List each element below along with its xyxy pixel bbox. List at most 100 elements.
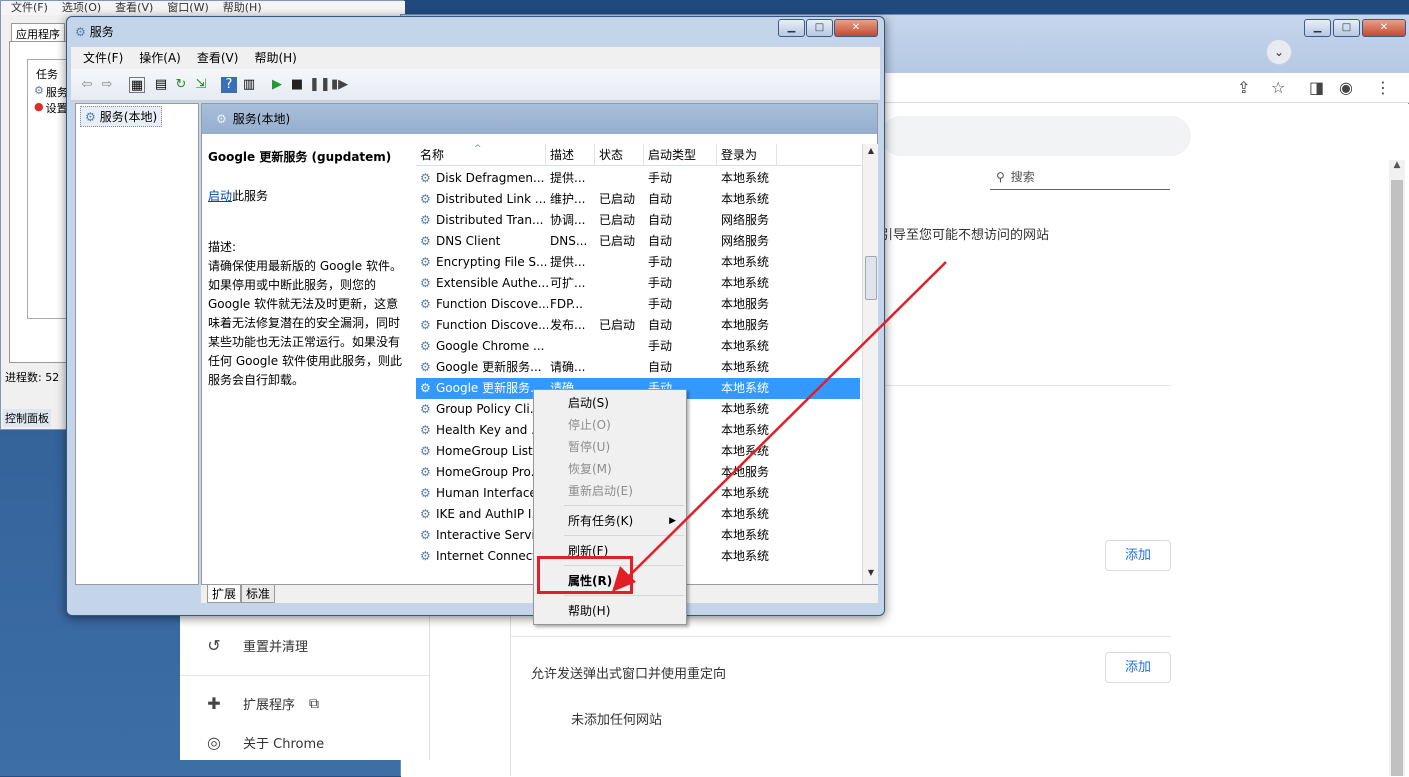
- menu-item-restart: 重新启动(E): [568, 484, 633, 498]
- star-icon[interactable]: ☆: [1271, 78, 1285, 97]
- service-cell: 手动: [648, 276, 673, 290]
- stop-icon[interactable]: ■: [289, 77, 305, 93]
- service-cell: 可扩...: [550, 276, 586, 290]
- menu-file[interactable]: 文件(F): [83, 47, 123, 69]
- service-cell: 请确...: [550, 360, 586, 374]
- start-service-link[interactable]: 启动: [208, 189, 232, 203]
- tree-item-services-local[interactable]: ⚙ 服务(本地): [80, 106, 163, 127]
- tm-menu-options[interactable]: 选项(O): [62, 1, 101, 15]
- service-row[interactable]: ⚙ DNS Client DNS... 已启动 自动 网络服务: [416, 231, 860, 252]
- forward-arrow-icon[interactable]: ⇨: [99, 77, 115, 93]
- service-row[interactable]: ⚙ Google Chrome ... 手动 本地系统: [416, 336, 860, 357]
- service-row[interactable]: ⚙ Google 更新服务... 请确... 自动 本地系统: [416, 357, 860, 378]
- service-row[interactable]: ⚙ Function Discove... 发布... 已启动 自动 本地服务: [416, 315, 860, 336]
- tm-list-item-settings[interactable]: ● 设置: [34, 100, 68, 116]
- scroll-up-arrow-icon[interactable]: ▲: [863, 146, 879, 155]
- chrome-close-button[interactable]: ✕: [1362, 19, 1406, 37]
- chrome-maximize-button[interactable]: □: [1333, 19, 1360, 37]
- pause-icon[interactable]: ❚❚: [309, 77, 331, 93]
- tm-menu-window[interactable]: 窗口(W): [167, 1, 208, 15]
- service-cell: Distributed Tran...: [436, 213, 544, 227]
- add-button-1[interactable]: 添加: [1105, 540, 1171, 571]
- list-scroll-thumb[interactable]: [865, 256, 877, 300]
- service-cell: Google Chrome ...: [436, 339, 545, 353]
- menu-item-help[interactable]: 帮助(H): [536, 600, 684, 622]
- console-tree: ⚙ 服务(本地): [75, 103, 199, 585]
- chrome-minimize-button[interactable]: ▁: [1304, 19, 1331, 37]
- help-icon[interactable]: ?: [221, 77, 237, 93]
- service-row[interactable]: ⚙ Distributed Link ... 维护... 已启动 自动 本地系统: [416, 189, 860, 210]
- back-arrow-icon[interactable]: ⇦: [79, 77, 95, 93]
- side-panel-icon[interactable]: ◨: [1309, 78, 1324, 97]
- menu-action[interactable]: 操作(A): [139, 47, 181, 69]
- service-cell: FDP...: [550, 297, 583, 311]
- console-tree-icon[interactable]: ▦: [129, 77, 145, 93]
- tab-extended[interactable]: 扩展: [207, 585, 242, 603]
- scroll-down-arrow-icon[interactable]: ▼: [863, 568, 879, 577]
- service-row[interactable]: ⚙ Distributed Tran... 协调... 已启动 自动 网络服务: [416, 210, 860, 231]
- chrome-caption-buttons: ▁ □ ✕: [1304, 19, 1406, 37]
- menu-help[interactable]: 帮助(H): [254, 47, 296, 69]
- service-row[interactable]: ⚙ Encrypting File S... 提供... 手动 本地系统: [416, 252, 860, 273]
- service-cell: 本地系统: [721, 423, 770, 437]
- service-cell: 网络服务: [721, 234, 770, 248]
- service-row[interactable]: ⚙ Disk Defragmen... 提供... 手动 本地系统: [416, 168, 860, 189]
- more-menu-icon[interactable]: ⋮: [1375, 78, 1391, 97]
- warning-text: 引导至您可能不想访问的网站: [880, 228, 1050, 243]
- share-icon[interactable]: ⇪: [1237, 78, 1250, 97]
- add-button-2[interactable]: 添加: [1105, 652, 1171, 683]
- column-description[interactable]: 描述: [546, 144, 595, 166]
- tab-standard[interactable]: 标准: [241, 585, 276, 603]
- service-row[interactable]: ⚙ Function Discove... FDP... 手动 本地服务: [416, 294, 860, 315]
- column-status[interactable]: 状态: [595, 144, 644, 166]
- menu-item-all-tasks[interactable]: 所有任务(K) ▶: [536, 510, 684, 532]
- service-cell: Google 更新服务...: [436, 360, 542, 374]
- menu-item-start[interactable]: 启动(S): [536, 392, 684, 414]
- menu-view[interactable]: 查看(V): [197, 47, 239, 69]
- restart-icon[interactable]: ▮▶: [331, 77, 348, 93]
- refresh-icon[interactable]: ↻: [173, 77, 189, 93]
- chevron-down-icon[interactable]: ⌄: [1266, 39, 1292, 65]
- history-icon: ↺: [207, 636, 221, 655]
- column-logon-as[interactable]: 登录为: [717, 144, 777, 166]
- services-titlebar: ⚙ 服务: [75, 23, 114, 40]
- site-search-input[interactable]: ⚲ 搜索: [990, 168, 1170, 190]
- tm-menu-file[interactable]: 文件(F): [11, 1, 48, 15]
- service-cell: 自动: [648, 360, 673, 374]
- service-cell: 本地系统: [721, 444, 770, 458]
- tm-menu-help[interactable]: 帮助(H): [223, 1, 262, 15]
- play-icon[interactable]: ▶: [269, 77, 285, 93]
- list-scrollbar[interactable]: ▲ ▼: [862, 144, 878, 584]
- chrome-icon: ◎: [207, 733, 221, 752]
- service-cell: 本地系统: [721, 507, 770, 521]
- profile-icon[interactable]: ◉: [1339, 78, 1353, 97]
- scroll-up-arrow-icon[interactable]: ▲: [1389, 160, 1405, 176]
- tm-menu-view[interactable]: 查看(V): [115, 1, 153, 15]
- scroll-thumb[interactable]: [1391, 180, 1403, 776]
- search-icon: ⚲: [996, 170, 1005, 184]
- properties-sheet-icon[interactable]: ▤: [153, 77, 169, 93]
- show-pane-icon[interactable]: ▥: [241, 77, 257, 93]
- service-cell: Group Policy Cli...: [436, 402, 542, 416]
- service-cell: HomeGroup List...: [436, 444, 545, 458]
- sidebar-item-reset[interactable]: ↺ 重置并清理: [205, 636, 308, 655]
- control-panel-label[interactable]: 控制面板: [3, 409, 51, 427]
- svc-close-button[interactable]: ✕: [834, 19, 878, 37]
- svc-minimize-button[interactable]: ▁: [778, 19, 805, 37]
- service-row[interactable]: ⚙ Extensible Authe... 可扩... 手动 本地系统: [416, 273, 860, 294]
- service-cell: Human Interface...: [436, 486, 548, 500]
- tm-list-item-services[interactable]: ⚙ 服务: [34, 84, 68, 100]
- gear-icon: ⚙: [420, 444, 431, 458]
- svc-maximize-button[interactable]: □: [806, 19, 833, 37]
- settings-search-bar[interactable]: [881, 116, 1191, 156]
- services-caption-buttons: ▁ □ ✕: [778, 19, 878, 37]
- service-cell: 本地系统: [721, 360, 770, 374]
- service-cell: 手动: [648, 255, 673, 269]
- column-startup-type[interactable]: 启动类型: [644, 144, 717, 166]
- export-list-icon[interactable]: ⇲: [193, 77, 209, 93]
- chevron-right-icon: ▶: [669, 516, 676, 526]
- sidebar-item-extensions[interactable]: ✚ 扩展程序 ⧉: [205, 694, 319, 713]
- chrome-scrollbar[interactable]: ▲: [1389, 160, 1405, 776]
- sidebar-item-about[interactable]: ◎ 关于 Chrome: [205, 733, 324, 752]
- no-sites-label: 未添加任何网站: [571, 713, 663, 728]
